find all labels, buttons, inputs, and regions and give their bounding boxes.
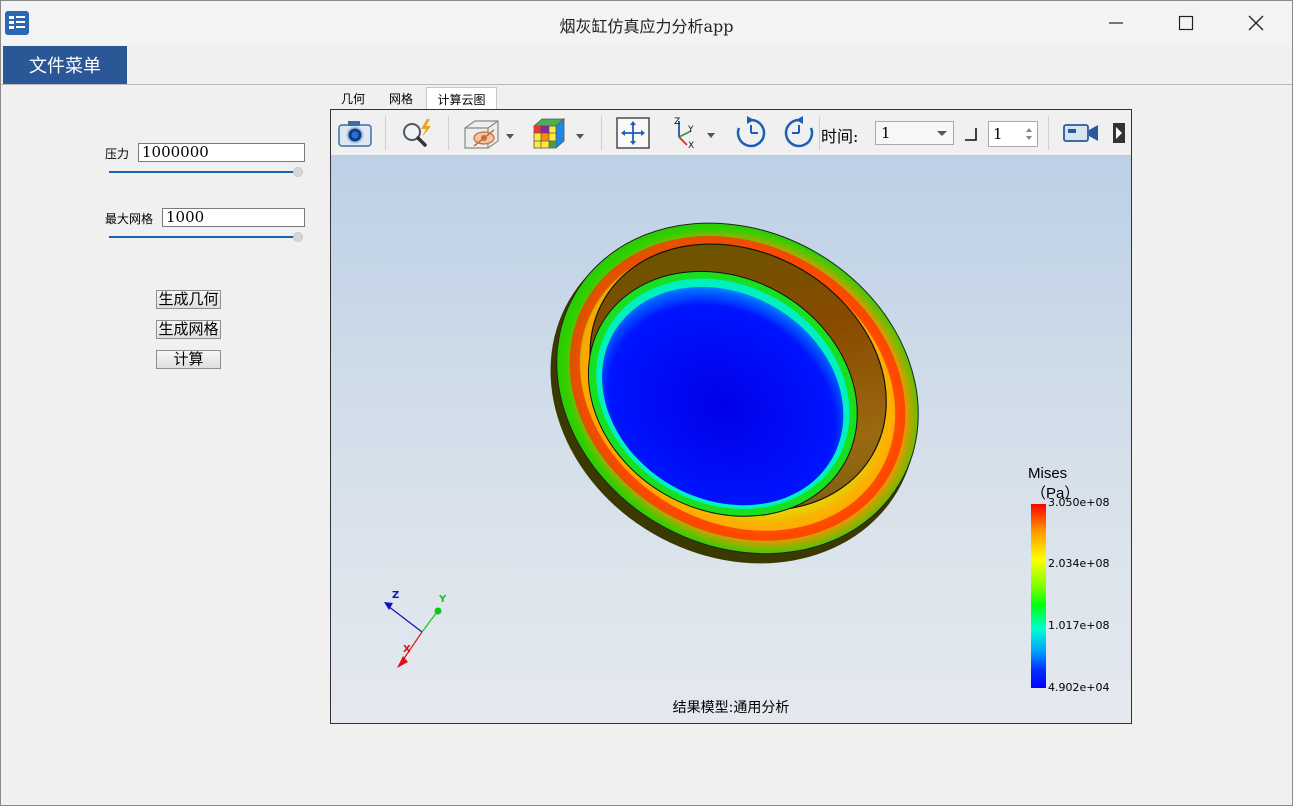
rotate-cw-icon [736, 116, 766, 148]
axis-y-label: Y [439, 594, 447, 605]
spin-down-icon[interactable] [1026, 136, 1032, 140]
axes-view-button[interactable]: Z Y X [665, 115, 721, 151]
zoom-icon [403, 119, 431, 147]
toolbar-separator [1048, 116, 1049, 150]
step-spinbox[interactable]: 1 [988, 121, 1038, 147]
toolbar-overflow-icon[interactable] [1111, 122, 1127, 144]
pressure-slider[interactable] [109, 166, 304, 178]
legend-color-bar [1031, 504, 1046, 688]
maximize-button[interactable] [1151, 1, 1221, 45]
video-icon [1063, 124, 1098, 142]
zoom-button[interactable] [397, 115, 437, 151]
pressure-slider-track [109, 171, 298, 173]
maximize-icon [1178, 15, 1194, 31]
svg-text:Y: Y [687, 125, 694, 135]
legend-tick-min: 4.902e+04 [1048, 681, 1110, 694]
fit-view-button[interactable] [613, 115, 653, 151]
viewer-panel: Z Y X 时间: 1 1 Z Y X Mises （Pa） 3.050e+08… [330, 109, 1132, 724]
rotate-ccw-button[interactable] [779, 115, 819, 151]
chevron-down-icon [937, 131, 947, 136]
mesh-input[interactable]: 1000 [162, 208, 305, 227]
tab-stress-contour[interactable]: 计算云图 [426, 87, 497, 110]
mesh-slider-track [109, 236, 298, 238]
pressure-input[interactable]: 1000000 [138, 143, 305, 162]
axis-x-label: X [403, 644, 411, 655]
visibility-icon [464, 120, 514, 149]
close-button[interactable] [1221, 1, 1291, 45]
axes-icon: Z Y X [674, 117, 715, 151]
svg-text:Z: Z [674, 117, 680, 127]
mesh-slider[interactable] [109, 231, 304, 243]
toolbar-separator [385, 116, 386, 150]
close-icon [1248, 15, 1264, 31]
rotate-cw-button[interactable] [731, 115, 771, 151]
axis-triad [384, 602, 442, 668]
toolbar-separator [448, 116, 449, 150]
visibility-button[interactable] [459, 115, 519, 151]
generate-geometry-button[interactable]: 生成几何 [156, 290, 221, 309]
color-cube-icon [532, 118, 584, 149]
camera-icon [338, 121, 372, 147]
3d-viewport[interactable]: Z Y X Mises （Pa） 3.050e+08 2.034e+08 1.0… [331, 156, 1131, 723]
mesh-label: 最大网格 [105, 212, 154, 226]
toolbar-separator [819, 116, 820, 150]
rotate-ccw-icon [784, 116, 814, 148]
ashtray-contour-model [384, 222, 919, 668]
time-label: 时间: [821, 127, 859, 146]
pressure-slider-handle[interactable] [293, 167, 303, 177]
minimize-button[interactable] [1081, 1, 1151, 45]
step-marker-icon [965, 128, 977, 141]
mesh-slider-handle[interactable] [293, 232, 303, 242]
time-select[interactable]: 1 [875, 121, 954, 145]
spin-up-icon[interactable] [1026, 128, 1032, 132]
app-window: 烟灰缸仿真应力分析app 文件菜单 压力 1000000 最大网格 1000 生… [0, 0, 1293, 806]
minimize-icon [1109, 22, 1123, 24]
step-spinbox-value: 1 [993, 125, 1003, 143]
axis-z-label: Z [392, 590, 400, 601]
legend-title: Mises [1028, 465, 1068, 482]
legend-tick-mid: 1.017e+08 [1048, 619, 1110, 632]
pressure-label: 压力 [105, 147, 130, 161]
result-model-label: 结果模型:通用分析 [672, 700, 790, 716]
title-bar: 烟灰缸仿真应力分析app [1, 1, 1292, 45]
tab-geometry[interactable]: 几何 [334, 87, 372, 109]
legend-tick-high: 2.034e+08 [1048, 557, 1110, 570]
color-map-button[interactable] [529, 115, 589, 151]
svg-text:X: X [688, 141, 694, 151]
viewer-toolbar: Z Y X 时间: 1 1 [331, 110, 1131, 156]
time-select-value: 1 [881, 124, 891, 142]
tab-mesh[interactable]: 网格 [381, 87, 421, 109]
compute-button[interactable]: 计算 [156, 350, 221, 369]
legend-tick-max: 3.050e+08 [1048, 496, 1110, 509]
file-menu[interactable]: 文件菜单 [3, 46, 127, 84]
fit-view-icon [616, 117, 650, 149]
toolbar-separator [601, 116, 602, 150]
generate-mesh-button[interactable]: 生成网格 [156, 320, 221, 339]
menu-bar: 文件菜单 [1, 45, 1292, 85]
record-video-button[interactable] [1059, 115, 1103, 151]
screenshot-button[interactable] [335, 115, 375, 151]
